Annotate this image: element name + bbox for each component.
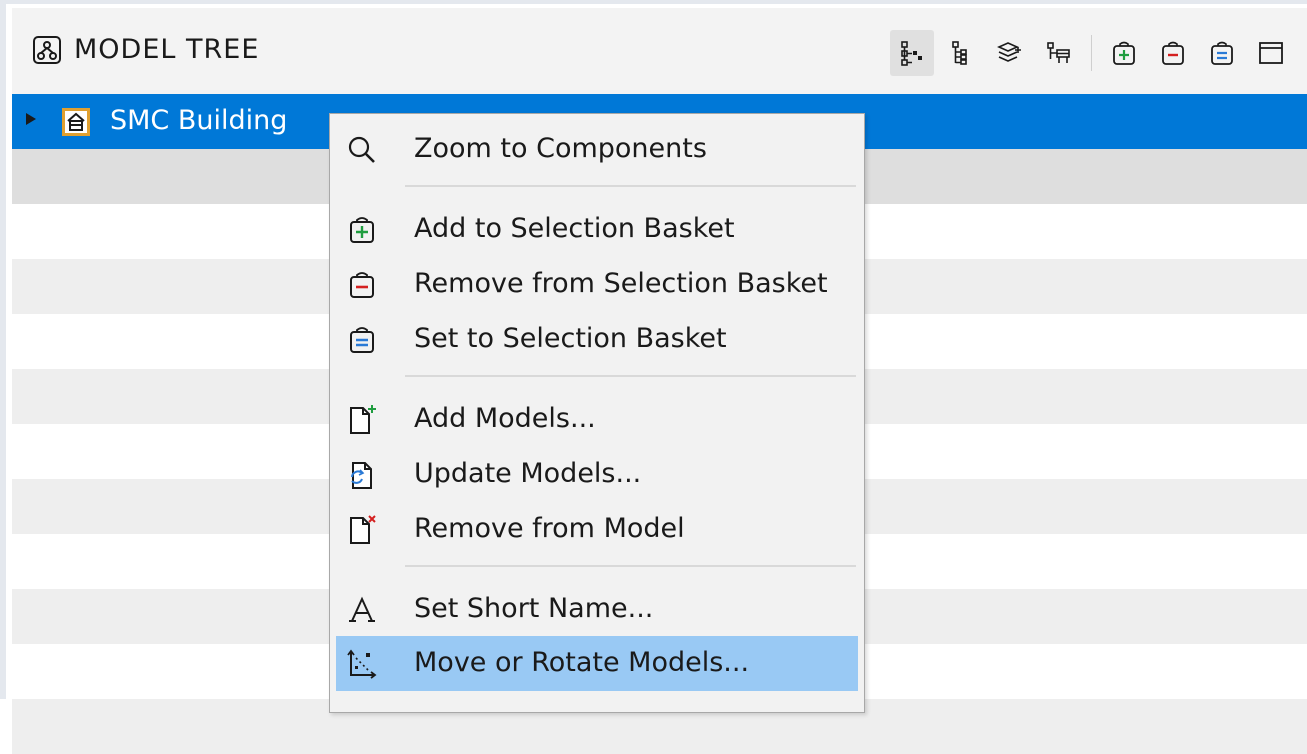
magnifier-icon: [348, 136, 375, 163]
menu-item-remove-from-selection-basket[interactable]: Remove from Selection Basket: [336, 257, 858, 312]
window-button[interactable]: [1249, 30, 1293, 76]
menu-separator: [405, 185, 856, 187]
hierarchy-button[interactable]: [1037, 30, 1081, 76]
menu-item-move-or-rotate-models[interactable]: Move or Rotate Models...: [336, 636, 858, 691]
basket-add-button[interactable]: [1102, 30, 1146, 76]
tree-view-button[interactable]: [890, 30, 934, 76]
panel-title-text: MODEL TREE: [74, 34, 260, 65]
basket-remove-button[interactable]: [1151, 30, 1195, 76]
move-rotate-icon: [347, 649, 377, 679]
basket-remove-icon: [350, 272, 374, 298]
flat-tree-button[interactable]: [939, 30, 983, 76]
document-add-icon: [350, 405, 376, 434]
menu-item-add-to-selection-basket[interactable]: Add to Selection Basket: [336, 202, 858, 257]
menu-item-update-models[interactable]: Update Models...: [336, 447, 858, 502]
menu-item-set-to-selection-basket[interactable]: Set to Selection Basket: [336, 312, 858, 367]
menu-item-set-short-name[interactable]: Set Short Name...: [336, 582, 858, 637]
panel-title: MODEL TREE: [32, 34, 259, 65]
tree-view-icon: [901, 41, 922, 66]
menu-item-add-models[interactable]: Add Models...: [336, 392, 858, 447]
basket-set-button[interactable]: [1200, 30, 1244, 76]
basket-add-icon: [1113, 41, 1135, 65]
basket-add-icon: [350, 217, 374, 243]
menu-separator: [405, 375, 856, 377]
expand-arrow-icon[interactable]: [26, 113, 36, 125]
toolbar-separator: [1091, 35, 1092, 71]
document-remove-icon: [350, 515, 376, 544]
hierarchy-icon: [1047, 42, 1070, 63]
basket-remove-icon: [1162, 41, 1184, 65]
menu-item-zoom-to-components[interactable]: Zoom to Components: [336, 122, 858, 177]
window-icon: [1259, 42, 1283, 64]
context-menu: Zoom to Components Add to Selection Bask…: [329, 113, 865, 713]
basket-set-icon: [1211, 41, 1233, 65]
building-icon: [62, 108, 90, 136]
tree-node-label: SMC Building: [110, 105, 288, 136]
layers-icon: [997, 42, 1021, 62]
model-tree-icon: [33, 35, 61, 64]
menu-item-remove-from-model[interactable]: Remove from Model: [336, 502, 858, 557]
flat-tree-icon: [952, 41, 967, 65]
layers-button[interactable]: [988, 30, 1032, 76]
letter-a-icon: [349, 596, 375, 622]
menu-separator: [405, 565, 856, 567]
panel-toolbar: [885, 30, 1293, 76]
document-update-icon: [351, 462, 372, 489]
panel-header: MODEL TREE: [12, 8, 1307, 94]
basket-set-icon: [350, 327, 374, 353]
